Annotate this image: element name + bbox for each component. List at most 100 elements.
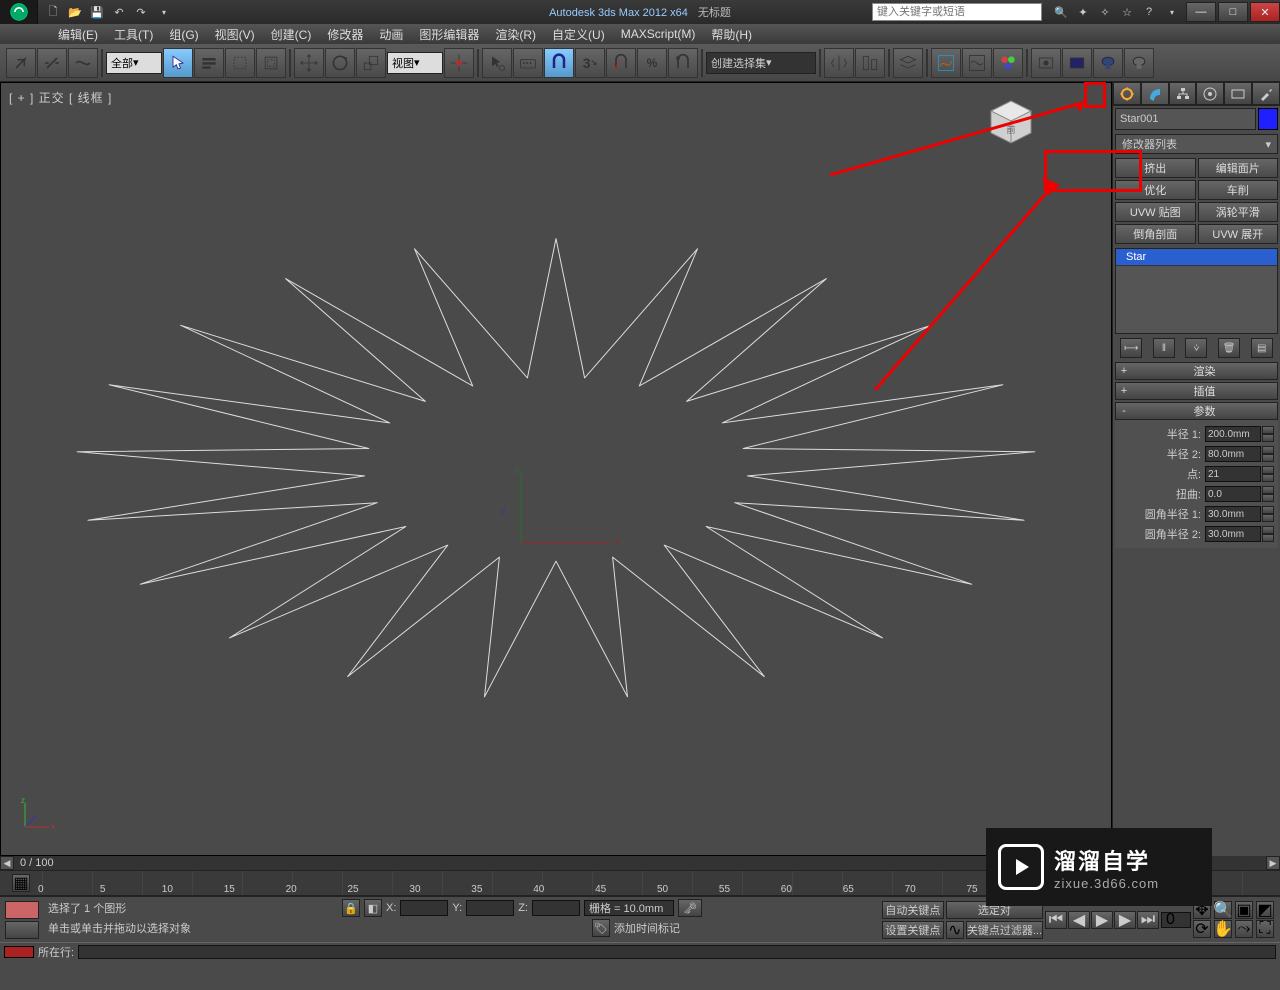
spinner-down-icon[interactable] xyxy=(1262,454,1274,462)
nav-max-icon[interactable]: ⛶ xyxy=(1256,920,1274,938)
align-icon[interactable] xyxy=(855,48,885,78)
select-region-rect-icon[interactable] xyxy=(225,48,255,78)
spinner-up-icon[interactable] xyxy=(1262,466,1274,474)
scroll-left-icon[interactable]: ◀ xyxy=(0,856,14,870)
mod-btn-optimize[interactable]: 优化 xyxy=(1115,180,1196,200)
display-tab-icon[interactable] xyxy=(1224,82,1252,105)
mirror-icon[interactable] xyxy=(824,48,854,78)
points-spinner[interactable]: 21 xyxy=(1205,466,1261,482)
spinner-down-icon[interactable] xyxy=(1262,514,1274,522)
time-tag-icon[interactable]: 🏷 xyxy=(592,919,610,937)
link-icon[interactable] xyxy=(6,48,36,78)
prompt-icon[interactable] xyxy=(5,921,39,939)
help-more-icon[interactable] xyxy=(1162,3,1180,21)
isolate-icon[interactable]: ◧ xyxy=(364,899,382,917)
select-manipulate-icon[interactable] xyxy=(482,48,512,78)
mod-btn-bevel-profile[interactable]: 倒角剖面 xyxy=(1115,224,1196,244)
configure-sets-icon[interactable]: ▤ xyxy=(1251,338,1273,358)
open-icon[interactable]: 📂 xyxy=(66,3,84,21)
percent-snap-icon[interactable]: % xyxy=(637,48,667,78)
spinner-up-icon[interactable] xyxy=(1262,506,1274,514)
fillet1-spinner[interactable]: 30.0mm xyxy=(1205,506,1261,522)
save-icon[interactable]: 💾 xyxy=(88,3,106,21)
prev-frame-icon[interactable]: ◀ xyxy=(1068,911,1090,929)
mod-btn-uvw-unwrap[interactable]: UVW 展开 xyxy=(1198,224,1279,244)
select-object-icon[interactable] xyxy=(163,48,193,78)
key-mode-icon[interactable]: ∿ xyxy=(946,921,964,939)
rendered-frame-icon[interactable] xyxy=(1062,48,1092,78)
maximize-button[interactable]: □ xyxy=(1218,2,1248,22)
fillet2-spinner[interactable]: 30.0mm xyxy=(1205,526,1261,542)
menu-tools[interactable]: 工具(T) xyxy=(106,24,161,45)
mod-btn-extrude[interactable]: 挤出 xyxy=(1115,158,1196,178)
nav-zoom-ext-icon[interactable]: ▣ xyxy=(1235,901,1253,919)
transform-gizmo-icon[interactable]: x z y xyxy=(501,463,641,563)
modifier-list-dropdown[interactable]: 修改器列表▾ xyxy=(1115,134,1278,154)
modify-tab-icon[interactable] xyxy=(1141,82,1169,105)
render-setup-icon[interactable] xyxy=(1031,48,1061,78)
viewport[interactable]: [ + ] 正交 [ 线框 ] 前 x z x z y xyxy=(0,82,1112,856)
viewcube-icon[interactable]: 前 xyxy=(981,93,1041,153)
z-field[interactable] xyxy=(532,900,580,916)
spinner-down-icon[interactable] xyxy=(1262,494,1274,502)
menu-modifiers[interactable]: 修改器 xyxy=(319,24,371,45)
spinner-up-icon[interactable] xyxy=(1262,446,1274,454)
angle-snap-icon[interactable]: 3↘ xyxy=(575,48,605,78)
named-selection-dropdown[interactable]: 创建选择集 ▾ xyxy=(706,52,816,74)
menu-rendering[interactable]: 渲染(R) xyxy=(487,24,544,45)
minimize-button[interactable]: — xyxy=(1186,2,1216,22)
keyboard-shortcut-icon[interactable] xyxy=(513,48,543,78)
radius1-spinner[interactable]: 200.0mm xyxy=(1205,426,1261,442)
x-field[interactable] xyxy=(400,900,448,916)
spinner-up-icon[interactable] xyxy=(1262,526,1274,534)
auto-key-button[interactable]: 自动关键点 xyxy=(882,901,944,919)
modifier-stack[interactable]: Star xyxy=(1115,248,1278,334)
layers-icon[interactable] xyxy=(893,48,923,78)
redo-icon[interactable]: ↷ xyxy=(132,3,150,21)
spinner-up-icon[interactable] xyxy=(1262,426,1274,434)
set-key-button[interactable]: 设置关键点 xyxy=(882,921,944,939)
application-menu-button[interactable] xyxy=(0,0,38,24)
schematic-view-icon[interactable] xyxy=(962,48,992,78)
menu-help[interactable]: 帮助(H) xyxy=(703,24,760,45)
mod-btn-uvw-map[interactable]: UVW 贴图 xyxy=(1115,202,1196,222)
qat-more-icon[interactable] xyxy=(154,3,172,21)
close-button[interactable]: ✕ xyxy=(1250,2,1280,22)
curve-editor-icon[interactable] xyxy=(931,48,961,78)
hierarchy-tab-icon[interactable] xyxy=(1169,82,1197,105)
bind-spacewarp-icon[interactable] xyxy=(68,48,98,78)
new-icon[interactable]: 🗋 xyxy=(44,3,62,21)
nav-walk-icon[interactable]: ⤳ xyxy=(1235,920,1253,938)
select-region-window-icon[interactable] xyxy=(256,48,286,78)
rotate-icon[interactable] xyxy=(325,48,355,78)
mod-btn-edit-patch[interactable]: 编辑面片 xyxy=(1198,158,1279,178)
scroll-right-icon[interactable]: ▶ xyxy=(1266,856,1280,870)
undo-icon[interactable]: ↶ xyxy=(110,3,128,21)
spinner-snap-icon[interactable] xyxy=(668,48,698,78)
render-production-icon[interactable] xyxy=(1093,48,1123,78)
mod-btn-turbosmooth[interactable]: 涡轮平滑 xyxy=(1198,202,1279,222)
menu-maxscript[interactable]: MAXScript(M) xyxy=(613,25,704,43)
menu-edit[interactable]: 编辑(E) xyxy=(50,24,106,45)
next-frame-icon[interactable]: ▶ xyxy=(1114,911,1136,929)
current-frame-field[interactable]: 0 xyxy=(1161,912,1191,928)
mod-btn-lathe[interactable]: 车削 xyxy=(1198,180,1279,200)
menu-group[interactable]: 组(G) xyxy=(161,24,206,45)
material-editor-icon[interactable] xyxy=(993,48,1023,78)
subscription-icon[interactable]: ✧ xyxy=(1096,3,1114,21)
pin-stack-icon[interactable]: ⟼ xyxy=(1120,338,1142,358)
nav-hand-icon[interactable]: ✋ xyxy=(1214,920,1232,938)
rollout-params[interactable]: -参数 xyxy=(1115,402,1278,420)
key-filters-button[interactable]: 关键点过滤器... xyxy=(966,921,1043,939)
reference-coord-dropdown[interactable]: 视图 ▾ xyxy=(387,52,443,74)
utilities-tab-icon[interactable] xyxy=(1252,82,1280,105)
render-iterative-icon[interactable] xyxy=(1124,48,1154,78)
create-tab-icon[interactable] xyxy=(1113,82,1141,105)
menu-animation[interactable]: 动画 xyxy=(371,24,411,45)
menu-graph-editors[interactable]: 图形编辑器 xyxy=(411,24,487,45)
maxscript-mini-listener-icon[interactable] xyxy=(5,901,39,919)
nav-orbit-icon[interactable]: ⟳ xyxy=(1193,920,1211,938)
angle-snap2-icon[interactable] xyxy=(606,48,636,78)
key-icon[interactable]: 🗝 xyxy=(678,899,702,917)
viewport-label[interactable]: [ + ] 正交 [ 线框 ] xyxy=(9,89,112,106)
